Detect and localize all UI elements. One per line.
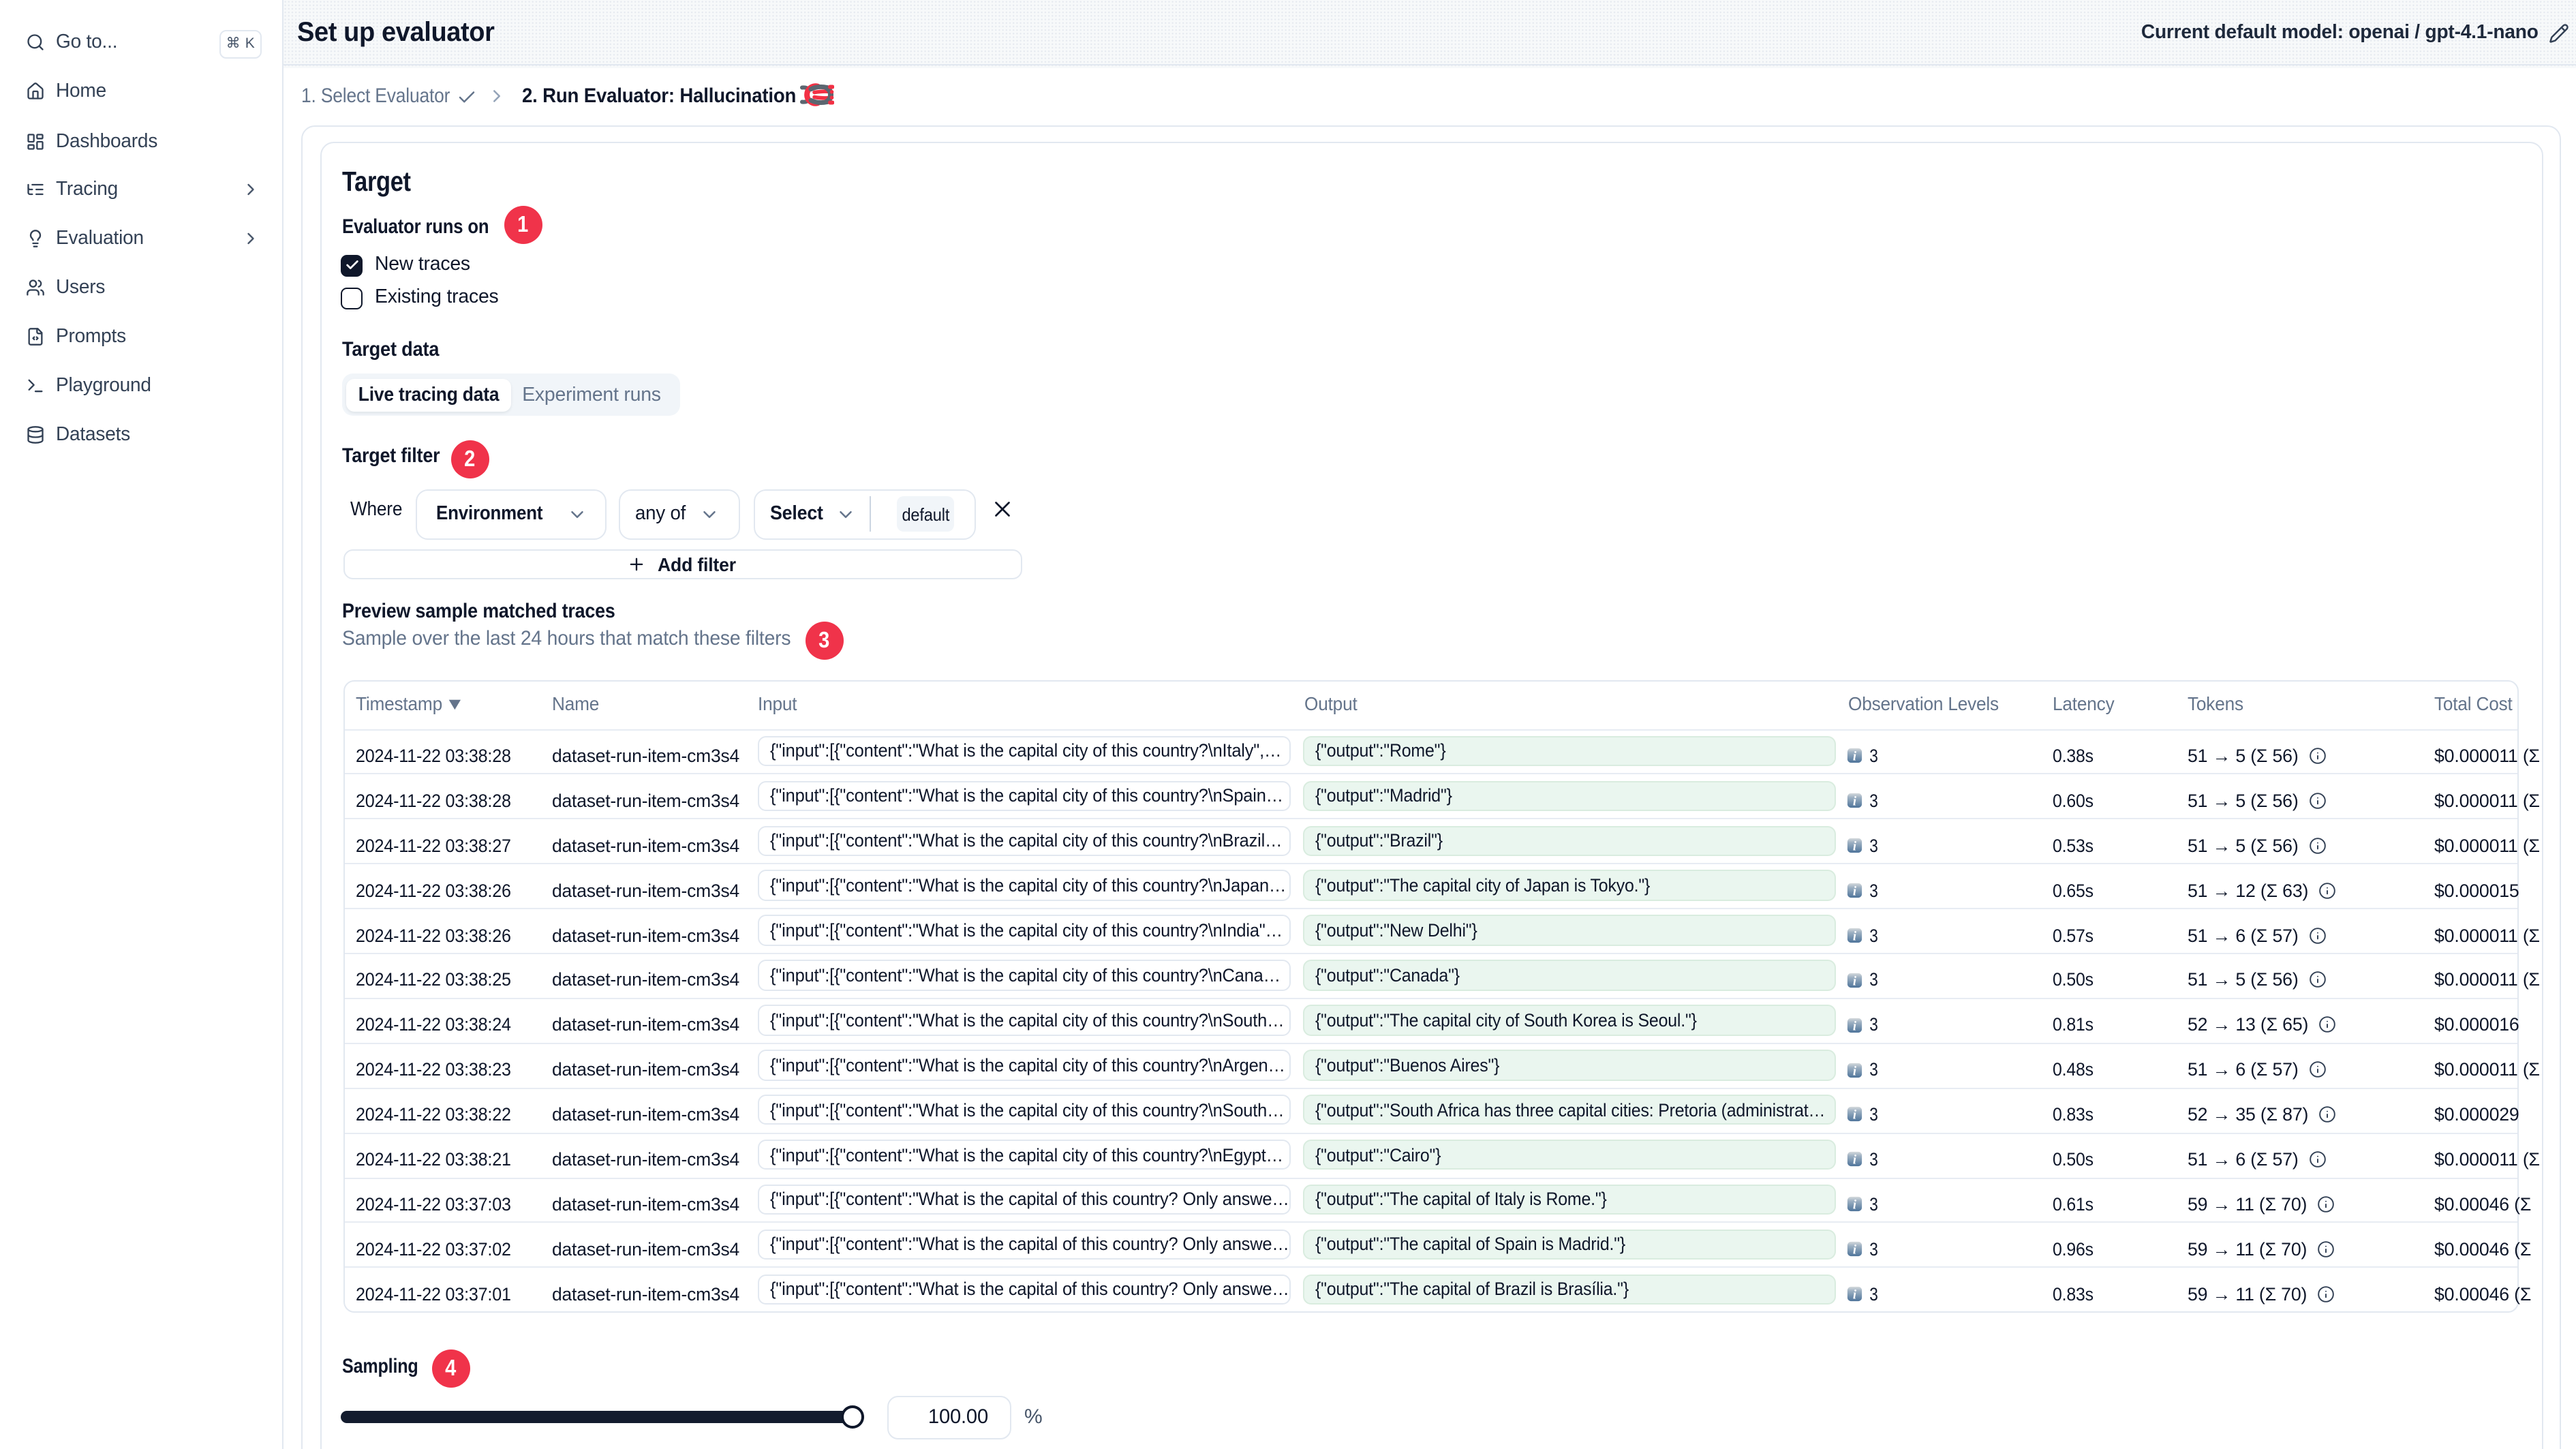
svg-text:i: i (1853, 750, 1857, 764)
svg-text:i: i (1853, 1198, 1857, 1212)
svg-text:i: i (1853, 884, 1857, 898)
svg-text:i: i (1853, 1019, 1857, 1033)
svg-text:i: i (1853, 1064, 1857, 1078)
svg-text:i: i (1853, 795, 1857, 809)
svg-text:i: i (1853, 1243, 1857, 1257)
svg-text:i: i (1853, 1153, 1857, 1168)
svg-text:i: i (1853, 840, 1857, 854)
svg-text:i: i (1853, 929, 1857, 943)
svg-text:i: i (1853, 974, 1857, 988)
svg-text:i: i (1853, 1288, 1857, 1302)
svg-text:i: i (1853, 1108, 1857, 1123)
